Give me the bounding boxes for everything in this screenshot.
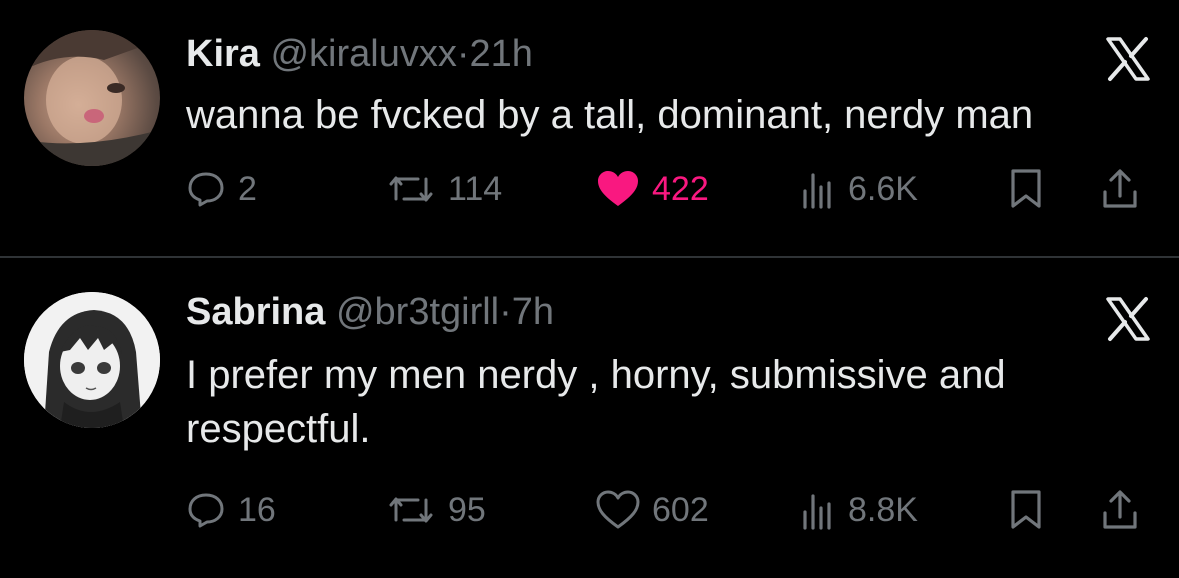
share-icon [1100,489,1140,531]
share-button[interactable] [1100,167,1140,211]
tweet-text: wanna be fvcked by a tall, dominant, ner… [186,93,1034,137]
separator-dot: · [499,291,512,333]
views-icon [800,169,836,209]
x-logo-icon [1105,296,1151,342]
like-count: 422 [652,169,709,208]
user-handle[interactable]: @br3tgirll [336,291,499,333]
action-bar: 16 95 602 8.8K [186,488,1146,532]
timestamp[interactable]: 21h [470,33,533,75]
views-button[interactable]: 8.8K [800,488,918,532]
retweet-button[interactable]: 95 [386,488,486,532]
avatar[interactable] [24,30,160,166]
share-icon [1100,168,1140,210]
views-button[interactable]: 6.6K [800,167,918,211]
like-icon [596,490,640,530]
reply-button[interactable]: 2 [186,167,257,211]
like-button[interactable]: 422 [596,167,709,211]
tweet-text: I prefer my men nerdy , horny, submissiv… [186,353,1006,451]
retweet-count: 95 [448,490,486,529]
views-count: 8.8K [848,490,918,529]
views-icon [800,490,836,530]
like-button[interactable]: 602 [596,488,709,532]
reply-icon [186,169,226,209]
display-name[interactable]: Kira [186,33,260,75]
avatar[interactable] [24,292,160,428]
retweet-button[interactable]: 114 [386,167,502,211]
reply-button[interactable]: 16 [186,488,276,532]
retweet-count: 114 [448,169,503,208]
tweet-card[interactable]: Sabrina @br3tgirll·7h I prefer my men ne… [0,258,1179,578]
x-logo-icon [1105,36,1151,82]
like-count: 602 [652,490,709,529]
bookmark-button[interactable] [1008,167,1044,211]
display-name[interactable]: Sabrina [186,291,325,333]
action-bar: 2 114 422 6.6K [186,167,1146,211]
bookmark-button[interactable] [1008,488,1044,532]
retweet-icon [386,169,436,209]
reply-count: 16 [238,490,276,529]
user-handle[interactable]: @kiraluvxx [270,33,456,75]
reply-count: 2 [238,169,257,208]
tweet-header: Kira @kiraluvxx·21h [186,32,533,76]
reply-icon [186,490,226,530]
bookmark-icon [1008,168,1044,210]
separator-dot: · [456,33,470,75]
views-count: 6.6K [848,169,918,208]
like-icon [596,169,640,209]
share-button[interactable] [1100,488,1140,532]
timestamp[interactable]: 7h [512,291,554,333]
retweet-icon [386,490,436,530]
tweet-header: Sabrina @br3tgirll·7h [186,290,554,334]
bookmark-icon [1008,489,1044,531]
tweet-card[interactable]: Kira @kiraluvxx·21h wanna be fvcked by a… [0,0,1179,256]
